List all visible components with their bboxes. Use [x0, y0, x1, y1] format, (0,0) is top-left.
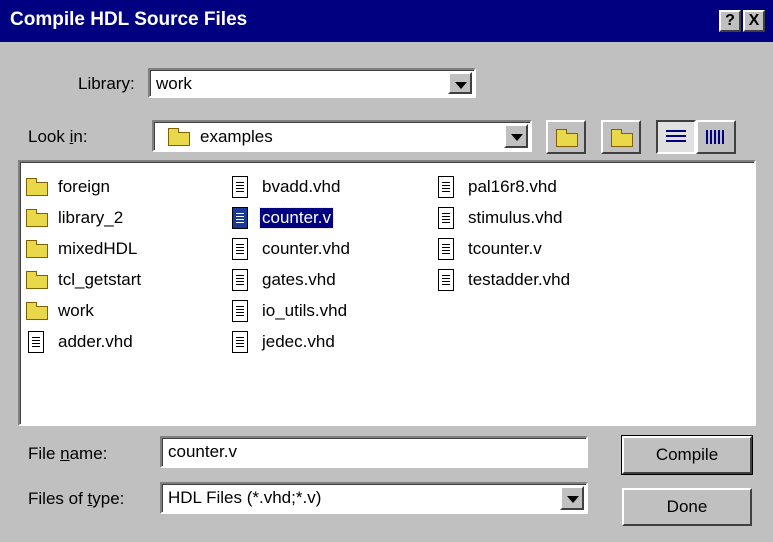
file-list-item-label: work [58, 301, 94, 320]
file-list-item-label: counter.vhd [262, 239, 350, 258]
file-type-label: Files of type: [28, 489, 125, 508]
file-list-item-label: pal16r8.vhd [468, 177, 557, 196]
library-dropdown-button[interactable] [448, 72, 472, 94]
file-list-item-label: io_utils.vhd [262, 301, 348, 320]
look-in-value: examples [200, 127, 273, 146]
look-in-dropdown-button[interactable] [504, 124, 528, 148]
file-name-value: counter.v [168, 442, 237, 461]
file-list-item-label: gates.vhd [262, 270, 336, 289]
close-button[interactable]: X [743, 10, 765, 32]
file-name-label: File name: [28, 444, 108, 463]
library-combo[interactable]: work [148, 68, 476, 98]
open-folder-icon [168, 128, 190, 146]
file-list-item-label: mixedHDL [58, 239, 138, 258]
help-button[interactable]: ? [719, 10, 741, 32]
library-value: work [156, 74, 192, 93]
file-type-value: HDL Files (*.vhd;*.v) [168, 488, 322, 507]
file-icon [28, 331, 44, 353]
create-new-folder-button[interactable] [601, 120, 641, 154]
file-icon [232, 269, 248, 291]
file-list-item-label: stimulus.vhd [468, 208, 563, 227]
title-bar: Compile HDL Source Files ? X [0, 0, 773, 42]
file-list-item-label: jedec.vhd [262, 332, 335, 351]
file-list-item-label: counter.v [259, 207, 334, 229]
new-folder-icon [611, 129, 633, 147]
window-title: Compile HDL Source Files [10, 9, 248, 30]
file-icon [232, 207, 248, 229]
file-list-item-label: foreign [58, 177, 110, 196]
file-list-item-label: tcounter.v [468, 239, 542, 258]
folder-icon [26, 302, 48, 320]
folder-icon [26, 178, 48, 196]
file-list-item-label: tcl_getstart [58, 270, 142, 289]
file-icon [438, 207, 454, 229]
up-one-level-button[interactable] [546, 120, 586, 154]
compile-button[interactable]: Compile [621, 435, 753, 475]
file-list-item-label: testadder.vhd [468, 270, 571, 289]
details-view-button[interactable] [696, 120, 736, 154]
folder-icon [26, 240, 48, 258]
file-list[interactable]: foreign library_2 mixedHDL tcl_getstartwork… [18, 160, 756, 426]
file-name-input[interactable]: counter.v [160, 436, 588, 468]
file-list-item-label: adder.vhd [58, 332, 133, 351]
folder-up-icon [556, 129, 578, 147]
file-icon [232, 300, 248, 322]
look-in-label: Look in: [28, 127, 88, 146]
list-view-button[interactable] [656, 120, 696, 154]
look-in-combo[interactable]: examples [152, 120, 532, 152]
file-list-item-label: bvadd.vhd [262, 177, 341, 196]
file-icon [232, 331, 248, 353]
file-icon [232, 176, 248, 198]
file-icon [438, 269, 454, 291]
file-list-item-label: library_2 [58, 208, 124, 227]
library-label: Library: [78, 74, 135, 93]
file-icon [232, 238, 248, 260]
list-view-icon [666, 130, 686, 144]
file-type-combo[interactable]: HDL Files (*.vhd;*.v) [160, 482, 588, 514]
details-view-icon [706, 130, 726, 144]
file-icon [438, 176, 454, 198]
file-icon [438, 238, 454, 260]
done-button[interactable]: Done [622, 488, 752, 526]
folder-icon [26, 209, 48, 227]
file-type-dropdown-button[interactable] [560, 486, 584, 510]
folder-icon [26, 271, 48, 289]
